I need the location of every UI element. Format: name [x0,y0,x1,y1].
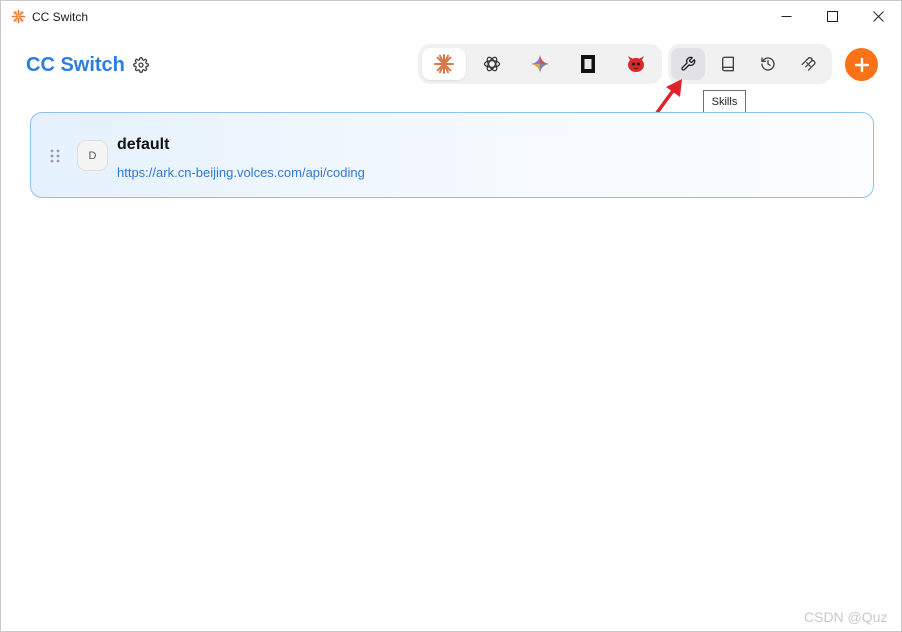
settings-button[interactable] [131,55,151,75]
add-provider-button[interactable] [845,48,878,81]
book-icon [722,56,734,72]
history-button[interactable] [751,48,785,80]
plug-icon [800,56,815,71]
window-titlebar: CC Switch [1,1,901,32]
mcp-button[interactable] [791,48,825,80]
provider-card[interactable]: D default https://ark.cn-beijing.volces.… [30,112,874,198]
wrench-icon [681,56,696,71]
claude-icon [434,54,454,74]
history-icon [761,57,775,71]
drag-handle-icon[interactable] [49,148,61,164]
maximize-button[interactable] [809,1,855,32]
gemini-icon [531,55,549,73]
provider-url-link[interactable]: https://ark.cn-beijing.volces.com/api/co… [117,165,365,180]
minimize-icon [781,16,791,17]
prompts-button[interactable] [711,48,745,80]
app-switcher [418,44,662,84]
watermark-text: CSDN @Quz [804,609,888,625]
maximize-icon [826,11,838,22]
plus-icon [854,57,869,72]
tools-group [668,44,832,84]
gear-icon [133,57,149,73]
skills-tooltip: Skills [703,90,746,113]
app-gemini-button[interactable] [518,48,562,80]
close-button[interactable] [855,1,901,32]
app-opencode-button[interactable] [566,48,610,80]
app-claude-button[interactable] [422,48,466,80]
provider-avatar: D [77,140,108,171]
openai-icon [483,56,501,72]
window-title: CC Switch [32,10,89,24]
provider-name: default [117,136,170,153]
close-icon [872,11,884,22]
app-logo-icon [11,9,26,24]
opencode-icon [581,55,595,73]
app-openai-button[interactable] [470,48,514,80]
red-bird-icon [628,56,644,72]
minimize-button[interactable] [763,1,809,32]
app-brand-title: CC Switch [26,54,125,76]
